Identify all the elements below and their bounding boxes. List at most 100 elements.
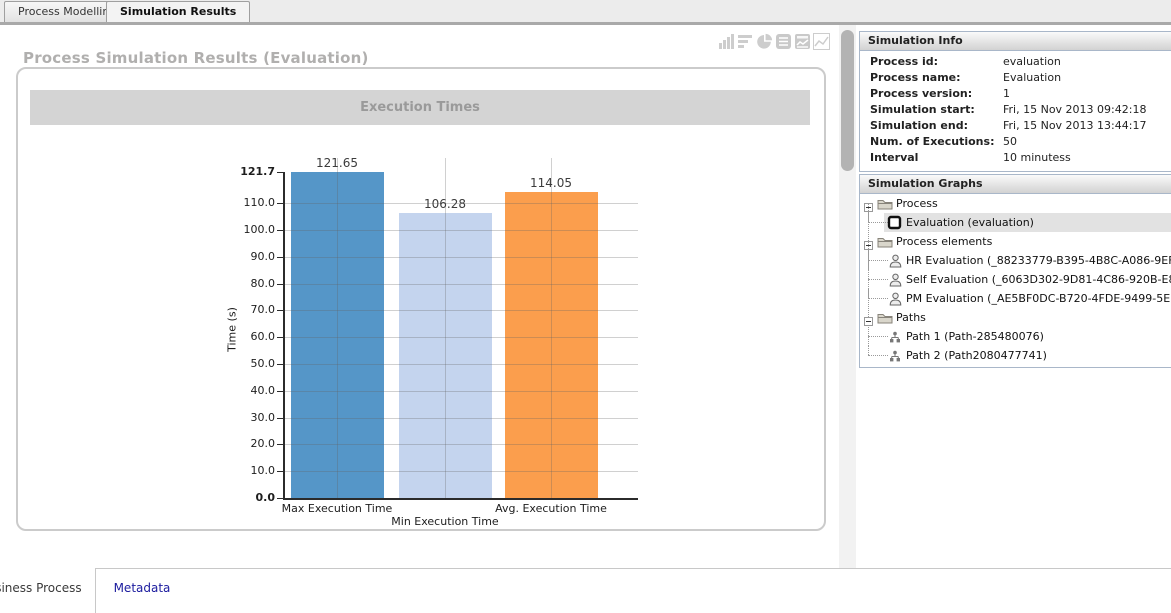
top-tab-bar: Process Modelling Simulation Results xyxy=(0,0,1171,25)
x-category-label: Max Execution Time xyxy=(262,502,412,515)
tree-item-path-1-path-285480076-[interactable]: Path 1 (Path-285480076) xyxy=(860,327,1171,346)
gridline-horizontal xyxy=(285,364,638,365)
x-axis-line xyxy=(283,498,638,500)
sidebar: Simulation Info Process id:evaluationPro… xyxy=(859,31,1171,370)
tree-item-label: PM Evaluation (_AE5BF0DC-B720-4FDE-9499-… xyxy=(906,289,1170,308)
simulation-info-body: Process id: evaluation Process name: Evalua… xyxy=(860,51,1171,171)
chart-type-toolbar xyxy=(716,33,830,51)
tree-item-paths[interactable]: Paths xyxy=(860,308,1171,327)
gridline-vertical xyxy=(551,158,552,498)
info-label: Interval xyxy=(870,151,918,164)
tree-item-label: Evaluation (evaluation) xyxy=(906,213,1034,232)
tree-item-label: Process xyxy=(896,194,938,213)
tree-item-label: Self Evaluation (_6063D302-9D81-4C86-920… xyxy=(906,270,1171,289)
info-label: Process id: xyxy=(870,55,938,68)
y-tick-mark xyxy=(277,418,283,419)
y-tick-mark xyxy=(277,364,283,365)
tree-item-self-evaluation-6063d302-9d8[interactable]: Self Evaluation (_6063D302-9D81-4C86-920… xyxy=(860,270,1171,289)
main-area: Process Simulation Results (Evaluation) … xyxy=(0,25,1171,568)
y-tick-mark xyxy=(277,498,283,499)
y-tick-mark xyxy=(277,444,283,445)
tree-connector xyxy=(868,260,888,262)
tree-connector xyxy=(868,336,888,338)
tree-connector xyxy=(868,222,888,224)
tree-item-process-elements[interactable]: Process elements xyxy=(860,232,1171,251)
gridline-horizontal xyxy=(285,418,638,419)
tab-business-process[interactable]: Business Process xyxy=(0,568,96,613)
info-value: evaluation xyxy=(1003,55,1061,68)
y-tick-mark xyxy=(277,310,283,311)
chart-header: Execution Times xyxy=(30,90,810,125)
info-row: Process id: evaluation xyxy=(860,55,1171,71)
y-tick-mark xyxy=(277,337,283,338)
y-tick-label: 110.0 xyxy=(225,196,275,209)
tree-item-label: Process elements xyxy=(896,232,992,251)
y-tick-label: 121.7 xyxy=(225,165,275,178)
tab-metadata[interactable]: Metadata xyxy=(97,568,187,613)
bottom-tab-divider xyxy=(96,568,1171,569)
gridline-horizontal xyxy=(285,230,638,231)
simulation-info-panel: Simulation Info Process id:evaluationPro… xyxy=(859,31,1171,172)
info-value: Evaluation xyxy=(1003,71,1061,84)
bar-value-label: 114.05 xyxy=(501,176,601,190)
tab-simulation-results[interactable]: Simulation Results xyxy=(106,1,250,22)
tree-connector xyxy=(868,279,888,281)
tree-item-evaluation-evaluation-[interactable]: Evaluation (evaluation) xyxy=(860,213,1171,232)
app-window: Process Modelling Simulation Results Pro… xyxy=(0,0,1171,613)
gridline-horizontal xyxy=(285,444,638,445)
y-axis-line xyxy=(283,172,285,500)
tree-connector xyxy=(868,346,870,355)
line-chart-icon[interactable] xyxy=(813,33,830,50)
info-label: Simulation start: xyxy=(870,103,975,116)
y-tick-mark xyxy=(277,172,283,173)
tree-connector xyxy=(868,298,888,300)
info-row: Num. of Executions:50 xyxy=(860,135,1171,151)
horizontal-bar-chart-icon[interactable] xyxy=(737,33,754,50)
y-tick-label: 80.0 xyxy=(225,277,275,290)
simulation-graphs-tree: ProcessEvaluation (evaluation)Process el… xyxy=(860,194,1171,367)
info-value: Fri, 15 Nov 2013 09:42:18 xyxy=(1003,103,1146,116)
scrollbar-thumb[interactable] xyxy=(841,30,854,171)
page-title: Process Simulation Results (Evaluation) xyxy=(23,49,369,67)
gridline-horizontal xyxy=(285,471,638,472)
info-value: 1 xyxy=(1003,87,1010,100)
info-row: Process name: Evaluation xyxy=(860,71,1171,87)
info-row: Interval10 minutess xyxy=(860,151,1171,167)
tree-item-pm-evaluation-ae5bf0dc-b720-[interactable]: PM Evaluation (_AE5BF0DC-B720-4FDE-9499-… xyxy=(860,289,1171,308)
simulation-graphs-header: Simulation Graphs xyxy=(860,175,1171,194)
info-row: Process version:1 xyxy=(860,87,1171,103)
info-label: Simulation end: xyxy=(870,119,968,132)
gridline-horizontal xyxy=(285,284,638,285)
gridline-horizontal xyxy=(285,337,638,338)
y-tick-label: 50.0 xyxy=(225,357,275,370)
table-icon[interactable] xyxy=(775,33,792,50)
simulation-graphs-panel: Simulation Graphs ProcessEvaluation (eva… xyxy=(859,174,1171,368)
gridline-horizontal xyxy=(285,310,638,311)
tree-item-process[interactable]: Process xyxy=(860,194,1171,213)
y-tick-mark xyxy=(277,284,283,285)
y-tick-label: 20.0 xyxy=(225,437,275,450)
y-tick-mark xyxy=(277,471,283,472)
info-value: 50 xyxy=(1003,135,1017,148)
x-category-label: Avg. Execution Time xyxy=(476,502,626,515)
pie-chart-icon[interactable] xyxy=(756,33,773,50)
vertical-scrollbar[interactable] xyxy=(839,25,856,568)
path-icon xyxy=(889,349,901,367)
y-tick-mark xyxy=(277,257,283,258)
tree-item-path-2-path2080477741-[interactable]: Path 2 (Path2080477741) xyxy=(860,346,1171,365)
info-label: Process name: xyxy=(870,71,961,84)
bar-chart-icon[interactable] xyxy=(718,33,735,50)
tree-item-label: Paths xyxy=(896,308,926,327)
gridline-horizontal xyxy=(285,257,638,258)
y-tick-mark xyxy=(277,391,283,392)
info-row: Simulation end:Fri, 15 Nov 2013 13:44:17 xyxy=(860,119,1171,135)
info-row: Simulation start: Fri, 15 Nov 2013 09:42:… xyxy=(860,103,1171,119)
y-tick-label: 70.0 xyxy=(225,303,275,316)
report-icon[interactable] xyxy=(794,33,811,50)
y-tick-label: 10.0 xyxy=(225,464,275,477)
y-tick-mark xyxy=(277,230,283,231)
y-tick-mark xyxy=(277,203,283,204)
tree-item-label: Path 2 (Path2080477741) xyxy=(906,346,1047,365)
tree-item-hr-evaluation-88233779-b395-[interactable]: HR Evaluation (_88233779-B395-4B8C-A086-… xyxy=(860,251,1171,270)
tree-root-connector xyxy=(868,203,870,317)
